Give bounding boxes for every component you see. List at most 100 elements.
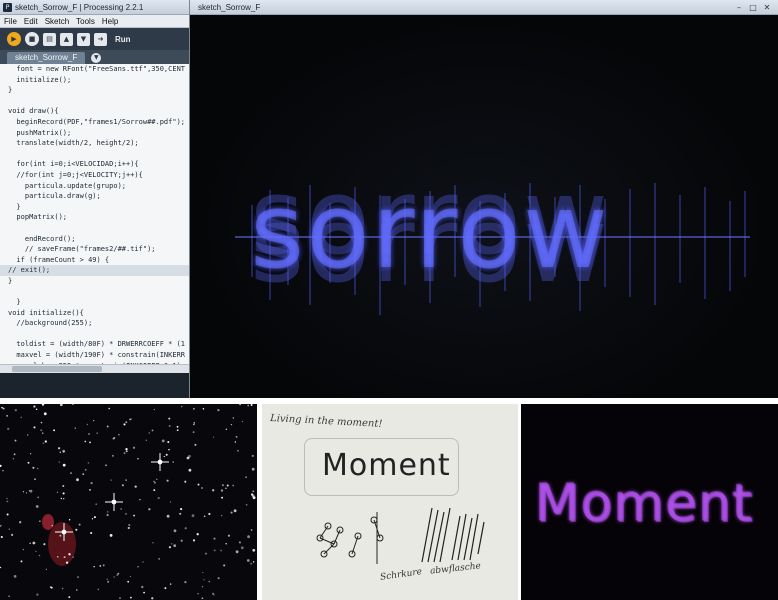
star [166,514,170,518]
tab-sketch[interactable]: sketch_Sorrow_F [7,52,86,64]
star [90,481,93,485]
star [0,524,2,527]
star [217,577,220,580]
star [252,490,255,493]
star [57,556,59,558]
window-controls: – □ ✕ [730,3,772,12]
tab-menu-arrow-icon[interactable]: ▼ [91,53,102,63]
star [111,454,114,457]
star [184,580,187,584]
star [251,494,255,498]
save-sketch-button[interactable]: ▼ [77,32,90,46]
sorrow-text-art: sorrow [250,170,610,292]
star [252,548,256,552]
star [96,432,98,434]
star [141,585,144,589]
star [166,479,169,482]
star [251,467,255,471]
star [232,417,234,419]
code-line: } [8,202,21,211]
star [99,564,102,567]
star [76,478,79,482]
star [106,425,109,428]
star [32,466,35,469]
menu-tools[interactable]: Tools [76,17,95,26]
star [212,436,215,438]
code-line: toldist = (width/80F) * DRWERRCOEFF * (1 [8,340,186,349]
code-line: //for(int j=0;j<VELOCITY;j++){ [8,170,143,179]
star [8,595,10,598]
star [35,505,39,508]
star [110,479,112,481]
star [235,435,238,438]
star [245,503,248,506]
star [134,485,137,488]
export-button[interactable]: ➜ [94,32,107,46]
star [179,512,182,515]
star [33,405,36,408]
star [156,478,158,480]
editor-horizontal-scrollbar[interactable] [0,364,189,373]
star [88,433,90,435]
star [208,512,211,516]
star [168,448,170,451]
star [106,513,109,517]
close-icon[interactable]: ✕ [762,3,772,12]
star [63,556,66,559]
star [201,586,204,588]
star [237,449,239,452]
minimize-icon[interactable]: – [734,3,744,12]
star [145,439,148,442]
star [176,425,179,428]
star [95,503,97,505]
star [151,429,154,432]
menu-file[interactable]: File [4,17,17,26]
run-button[interactable]: ▶ [7,32,21,46]
code-line: void draw(){ [8,107,59,116]
open-sketch-button[interactable]: ▲ [60,32,73,46]
menu-sketch[interactable]: Sketch [45,17,69,26]
star [220,489,224,492]
star [56,491,59,493]
stop-button[interactable]: ■ [25,32,39,46]
star [132,446,136,449]
code-line: translate(width/2, height/2); [8,139,139,148]
star [0,464,2,467]
star [62,485,65,487]
maximize-icon[interactable]: □ [748,3,758,12]
star [12,458,15,460]
star [120,508,122,510]
star [247,535,251,539]
star [153,480,155,483]
star [148,432,151,434]
star [29,542,31,544]
star [78,523,81,526]
star [35,550,37,552]
code-line: particula.update(grupo); [8,181,127,190]
code-line: } [8,276,13,285]
star [250,529,253,531]
star [43,412,47,416]
star [90,531,93,535]
star [230,511,233,514]
menu-help[interactable]: Help [102,17,118,26]
code-editor[interactable]: font = new RFont("FreeSans.ttf",350,CENT… [0,64,189,364]
menu-edit[interactable]: Edit [24,17,38,26]
star [125,479,128,482]
star [130,596,132,599]
sketch-title: sketch_Sorrow_F [198,2,261,12]
star [33,426,36,429]
ide-toolbar: ▶ ■ ▤ ▲ ▼ ➜ Run [0,28,189,50]
star [89,489,91,491]
star [87,462,90,464]
star [167,440,170,444]
star [70,472,72,474]
new-sketch-button[interactable]: ▤ [43,32,56,46]
star [62,492,65,495]
scrollbar-thumb[interactable] [12,366,102,372]
console-area [0,373,189,398]
star [127,526,130,530]
star [62,463,66,467]
